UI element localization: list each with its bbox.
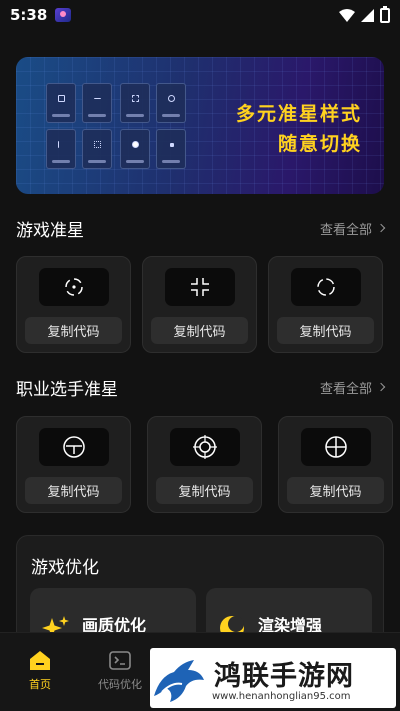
watermark: 鸿联手游网 www.henanhonglian95.com bbox=[150, 648, 396, 708]
crosshair-circle-cross-icon bbox=[324, 436, 347, 458]
banner-crosshair-tile bbox=[46, 129, 76, 169]
crosshair-preview bbox=[38, 428, 109, 466]
battery-icon bbox=[380, 5, 390, 23]
banner-subtitle: 随意切换 bbox=[277, 133, 362, 155]
view-all-label: 查看全部 bbox=[319, 381, 372, 397]
crosshair-split-circle-icon bbox=[316, 278, 335, 296]
crosshair-preview bbox=[38, 268, 109, 306]
copy-code-button[interactable]: 复制代码 bbox=[25, 477, 122, 504]
section-header-game-crosshair: 游戏准星 查看全部 bbox=[16, 216, 386, 241]
view-all-link[interactable]: 查看全部 bbox=[319, 219, 386, 238]
crosshair-corner-brackets-icon bbox=[190, 278, 209, 296]
copy-code-button[interactable]: 复制代码 bbox=[25, 317, 122, 344]
view-all-link[interactable]: 查看全部 bbox=[319, 378, 386, 397]
game-optimization-panel: 游戏优化 画质优化 渲染增强 bbox=[16, 535, 384, 645]
section-title: 游戏准星 bbox=[16, 220, 84, 241]
wifi-icon bbox=[339, 8, 355, 22]
crosshair-circle-dot-icon bbox=[64, 278, 83, 296]
crosshair-preview bbox=[290, 268, 361, 306]
optimization-title: 游戏优化 bbox=[31, 558, 99, 578]
view-all-label: 查看全部 bbox=[319, 222, 372, 238]
banner-crosshair-tile bbox=[120, 129, 150, 169]
status-indicators bbox=[339, 5, 390, 23]
watermark-title: 鸿联手游网 bbox=[214, 661, 354, 692]
watermark-url: www.henanhonglian95.com bbox=[212, 691, 351, 702]
promo-banner[interactable]: 多元准星样式 随意切换 bbox=[16, 57, 384, 194]
section-header-pro-crosshair: 职业选手准星 查看全部 bbox=[16, 375, 386, 400]
crosshair-scope-t-icon bbox=[62, 436, 85, 458]
nav-label-code-optimize: 代码优化 bbox=[98, 678, 142, 691]
banner-crosshair-tile bbox=[156, 83, 186, 123]
crosshair-card[interactable]: 复制代码 bbox=[147, 416, 262, 513]
app-notification-icon bbox=[55, 8, 72, 22]
status-time: 5:38 bbox=[10, 6, 48, 24]
banner-crosshair-tile bbox=[82, 83, 112, 123]
signal-icon bbox=[361, 8, 374, 22]
watermark-logo bbox=[154, 660, 204, 702]
nav-item-home[interactable]: 首页 bbox=[10, 651, 70, 692]
chevron-right-icon bbox=[376, 382, 386, 392]
terminal-icon bbox=[109, 651, 131, 670]
crosshair-card[interactable]: 复制代码 bbox=[142, 256, 257, 353]
copy-code-button[interactable]: 复制代码 bbox=[287, 477, 384, 504]
crosshair-preview bbox=[169, 428, 240, 466]
banner-crosshair-tile bbox=[156, 129, 186, 169]
section-title: 职业选手准星 bbox=[16, 379, 118, 400]
crosshair-preview bbox=[164, 268, 235, 306]
status-bar: 5:38 bbox=[0, 0, 400, 30]
copy-code-button[interactable]: 复制代码 bbox=[151, 317, 248, 344]
banner-title: 多元准星样式 bbox=[235, 103, 362, 125]
crosshair-double-ring-icon bbox=[192, 435, 217, 459]
crosshair-card[interactable]: 复制代码 bbox=[278, 416, 393, 513]
banner-crosshair-tile bbox=[82, 129, 112, 169]
chevron-right-icon bbox=[376, 223, 386, 233]
nav-label-home: 首页 bbox=[29, 678, 51, 691]
crosshair-card[interactable]: 复制代码 bbox=[16, 256, 131, 353]
crosshair-preview bbox=[300, 428, 371, 466]
home-icon bbox=[30, 651, 50, 670]
crosshair-card[interactable]: 复制代码 bbox=[268, 256, 383, 353]
nav-item-code-optimize[interactable]: 代码优化 bbox=[90, 651, 150, 692]
copy-code-button[interactable]: 复制代码 bbox=[277, 317, 374, 344]
banner-crosshair-tile bbox=[120, 83, 150, 123]
crosshair-card[interactable]: 复制代码 bbox=[16, 416, 131, 513]
banner-crosshair-tile bbox=[46, 83, 76, 123]
copy-code-button[interactable]: 复制代码 bbox=[156, 477, 253, 504]
